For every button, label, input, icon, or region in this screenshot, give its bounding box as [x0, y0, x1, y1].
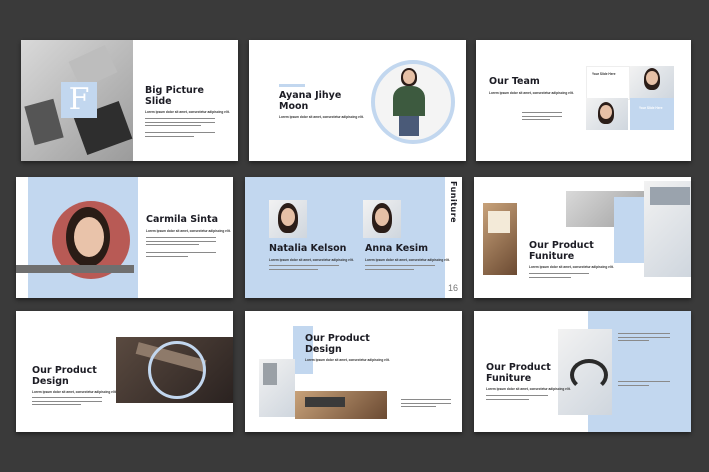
slide-profile-ayana[interactable]: Ayana Jihye Moon Lorem ipsum dolor sit a…: [249, 40, 466, 161]
slide-subtitle: Lorem ipsum dolor sit amet, consectetur …: [486, 387, 571, 391]
presentation-preview: { "slides": { "s1": { "title_line1": "Bi…: [0, 0, 709, 472]
slide-subtitle: Lorem ipsum dolor sit amet, consectetur …: [529, 265, 614, 269]
slide-subtitle: Lorem ipsum dolor sit amet, consectetur …: [146, 229, 231, 233]
slide-title-line1: Ayana Jihye: [279, 90, 342, 101]
slide-product-funiture-1[interactable]: Our Product Funiture Lorem ipsum dolor s…: [474, 177, 691, 298]
body-text-lines: [618, 333, 670, 344]
body-text-lines: [365, 265, 435, 272]
slide-title-line1: Our Product: [486, 362, 551, 373]
team-card-2: [630, 98, 674, 130]
slide-subtitle: Lorem ipsum dolor sit amet, consectetur …: [279, 115, 364, 119]
slide-title-line2: Moon: [279, 101, 309, 112]
slide-title-line1: Our Product: [529, 240, 594, 251]
grey-bar: [16, 265, 134, 273]
slide-profile-carmila[interactable]: Carmila Sinta Lorem ipsum dolor sit amet…: [16, 177, 233, 298]
portrait-anna: [363, 200, 401, 238]
name-anna: Anna Kesim: [365, 243, 429, 254]
body-text-lines: [145, 132, 215, 139]
body-text-lines: [269, 265, 339, 272]
slide-title: Carmila Sinta: [146, 214, 219, 225]
body-text-lines: [146, 252, 216, 259]
name-natalia: Natalia Kelson: [269, 243, 347, 254]
slide-title-line1: Our Product: [305, 333, 370, 344]
slide-title-line2: Funiture: [529, 251, 575, 262]
slide-title-line1: Big Picture: [145, 85, 204, 96]
slide-subtitle: Lorem ipsum dolor sit amet, consectetur …: [489, 91, 574, 95]
team-card-2-label: Your Slide Here: [639, 106, 663, 110]
slide-title-line2: Design: [32, 376, 69, 387]
window-shape: [488, 211, 510, 233]
laptop-keyboard: [650, 187, 690, 205]
team-photo-1: [630, 66, 674, 98]
body-text-lines: [522, 112, 562, 123]
body-text-lines: [32, 397, 102, 408]
slide-title-line2: Funiture: [486, 373, 532, 384]
slide-subtitle: Lorem ipsum dolor sit amet, consectetur …: [32, 390, 117, 394]
workspace-detail: [305, 397, 345, 407]
portrait-photo: [389, 66, 429, 136]
subtitle-anna: Lorem ipsum dolor sit amet, consectetur …: [365, 258, 450, 262]
page-number: 16: [448, 283, 459, 293]
slide-product-design-1[interactable]: Our Product Design Lorem ipsum dolor sit…: [16, 311, 233, 432]
slide-big-picture[interactable]: F Big Picture Slide Lorem ipsum dolor si…: [21, 40, 238, 161]
body-text-lines: [618, 381, 670, 388]
body-text-lines: [486, 395, 548, 402]
circle-overlay: [148, 341, 206, 399]
slide-subtitle: Lorem ipsum dolor sit amet, consectetur …: [145, 110, 230, 114]
team-card-1-label: Your Slide Here: [592, 72, 616, 76]
team-photo-2: [586, 98, 628, 130]
slide-product-funiture-2[interactable]: Our Product Funiture Lorem ipsum dolor s…: [474, 311, 691, 432]
slide-product-design-2[interactable]: Our Product Design Lorem ipsum dolor sit…: [245, 311, 462, 432]
slide-subtitle: Lorem ipsum dolor sit amet, consectetur …: [305, 358, 390, 362]
slide-team-duo[interactable]: Natalia Kelson Anna Kesim Lorem ipsum do…: [245, 177, 462, 298]
body-text-lines: [145, 118, 215, 129]
body-text-lines: [529, 273, 589, 280]
subtitle-natalia: Lorem ipsum dolor sit amet, consectetur …: [269, 258, 354, 262]
slide-title-line2: Design: [305, 344, 342, 355]
room-window: [263, 363, 277, 385]
slide-title: Our Team: [489, 76, 540, 87]
body-text-lines: [146, 237, 216, 248]
portrait-natalia: [269, 200, 307, 238]
accent-bar: [279, 84, 305, 87]
slide-our-team[interactable]: Our Team Lorem ipsum dolor sit amet, con…: [476, 40, 691, 161]
headphones-shape: [570, 359, 608, 391]
logo-letter: F: [68, 82, 90, 117]
body-text-lines: [401, 399, 451, 410]
slide-title-line1: Our Product: [32, 365, 97, 376]
slide-title-line2: Slide: [145, 96, 172, 107]
vertical-section-label: Funiture: [449, 181, 458, 224]
